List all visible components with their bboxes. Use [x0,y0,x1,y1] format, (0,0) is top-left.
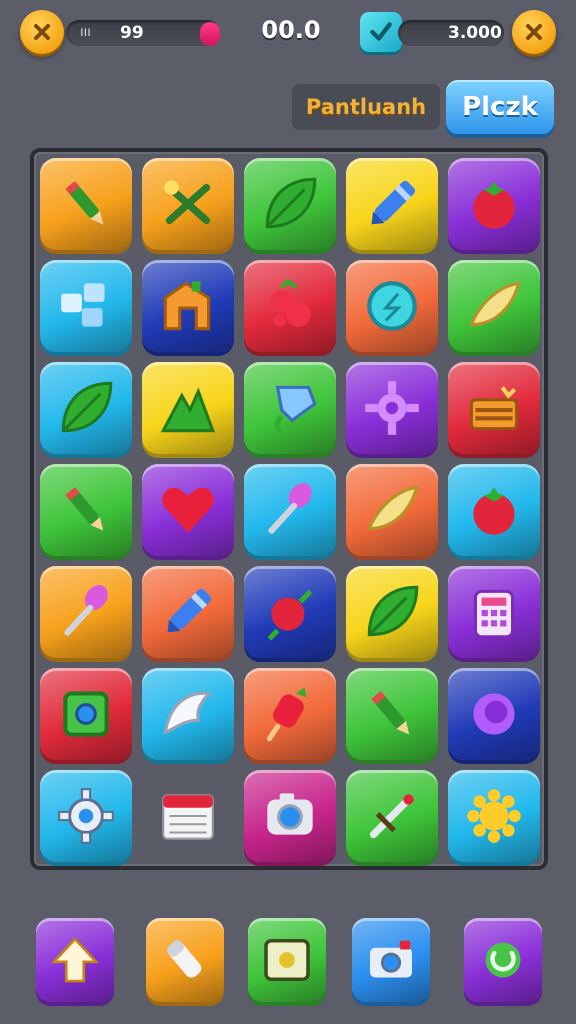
level-title: Pantluanh [292,84,440,130]
dock-button-up-arrow[interactable] [36,918,114,1002]
tile-banana[interactable] [346,464,438,556]
tile-clock[interactable] [346,260,438,352]
crayon-icon [167,588,212,633]
tile-crayon[interactable] [142,566,234,658]
close-icon [526,24,542,40]
banana-icon [468,281,521,327]
crayon-icon [371,180,416,225]
game-board [30,148,548,870]
tile-banana[interactable] [448,260,540,352]
tile-calendar[interactable] [142,770,234,862]
dock-button-eraser[interactable] [146,918,224,1002]
eraser-icon [166,940,202,978]
house-letter-icon [163,281,211,331]
close-button-left[interactable] [20,10,64,54]
gear-icon [365,381,419,435]
tile-pencil[interactable] [40,464,132,556]
tile-leaf[interactable] [244,158,336,250]
berries-icon [270,278,311,327]
screen-icon [264,939,310,981]
leaf-icon [367,585,419,637]
tile-leaf[interactable] [346,566,438,658]
tile-camera-lens[interactable] [244,770,336,862]
refresh-icon [485,942,521,978]
square-frame-icon [63,691,109,737]
treasure-box-icon [469,386,519,431]
tile-house-letter[interactable] [142,260,234,352]
pencil-icon [65,181,104,225]
checkmark-icon [370,22,392,41]
ice-pop-icon [266,687,307,742]
tile-dagger[interactable] [346,770,438,862]
heart-icon [162,487,214,533]
lives-bar-knob [200,22,220,46]
tile-crayon[interactable] [346,158,438,250]
blocks-icon [61,283,105,327]
camera-icon [370,940,412,978]
dock-button-camera[interactable] [352,918,430,1002]
cog-icon [58,788,114,844]
tile-gear[interactable] [346,362,438,454]
tile-swirl[interactable] [448,668,540,760]
camera-lens-icon [267,793,313,835]
top-bar: ııı 99 00.0 3.000 [0,0,576,64]
coins-value: 3.000 [448,23,502,43]
tile-mountain[interactable] [142,362,234,454]
tile-scissors[interactable] [142,158,234,250]
tile-treasure-box[interactable] [448,362,540,454]
pencil-icon [371,691,410,735]
close-icon [34,24,50,40]
tile-blocks[interactable] [40,260,132,352]
gem-badge[interactable] [360,12,402,52]
tile-sun[interactable] [448,770,540,862]
tile-pencil[interactable] [346,668,438,760]
tile-ice-pop[interactable] [244,668,336,760]
tile-rose[interactable] [244,566,336,658]
tile-calculator[interactable] [448,566,540,658]
close-button-right[interactable] [512,10,556,54]
spoon-icon [64,585,108,636]
calendar-icon [162,794,214,840]
dock-button-screen[interactable] [248,918,326,1002]
scissors-icon [164,180,211,225]
tile-spoon[interactable] [40,566,132,658]
lives-value: 99 [120,23,144,43]
calculator-icon [473,589,515,639]
diamond-icon [274,385,317,434]
swirl-icon [473,693,515,735]
score-display: 00.0 [261,16,321,44]
play-button[interactable]: Plczk [446,80,554,134]
leaf-icon [265,177,317,229]
coins-bar: 3.000 [398,20,504,46]
clock-icon [367,281,417,331]
tile-berries[interactable] [244,260,336,352]
dock-button-refresh[interactable] [464,918,542,1002]
dagger-icon [369,794,414,839]
banana-icon [366,485,419,531]
mountain-icon [160,387,215,433]
lives-bar: ııı 99 [66,20,220,46]
pencil-icon [65,487,104,531]
lives-label: ııı [80,25,91,40]
tile-heart[interactable] [142,464,234,556]
leaf-icon [61,381,113,433]
up-arrow-icon [51,937,99,983]
tile-diamond[interactable] [244,362,336,454]
sun-icon [467,789,521,843]
spoon-icon [268,483,312,534]
rose-icon [267,589,313,641]
tomato-icon [473,181,515,229]
tile-square-frame[interactable] [40,668,132,760]
tile-cog[interactable] [40,770,132,862]
tile-pencil[interactable] [40,158,132,250]
tooth-icon [163,691,212,736]
tile-tooth[interactable] [142,668,234,760]
tile-spoon[interactable] [244,464,336,556]
tile-tomato[interactable] [448,464,540,556]
tile-leaf[interactable] [40,362,132,454]
tomato-icon [473,487,515,535]
tile-tomato[interactable] [448,158,540,250]
